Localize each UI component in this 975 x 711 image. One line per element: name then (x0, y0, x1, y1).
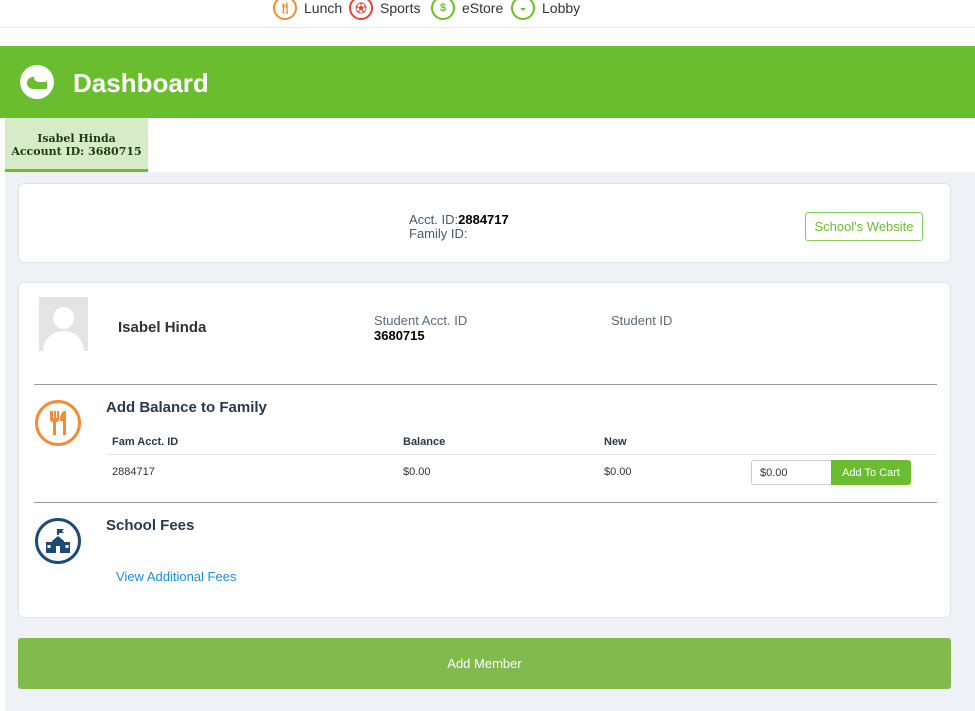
tab-isabel-hinda[interactable]: Isabel Hinda Account ID: 3680715 (5, 118, 148, 172)
add-to-cart-button[interactable]: Add To Cart (831, 460, 911, 485)
family-id-label: Family ID: (409, 226, 468, 241)
nav-lobby[interactable]: ◒ Lobby (511, 0, 580, 20)
col-fam-acct-id: Fam Acct. ID (112, 436, 179, 448)
acct-id-value: 2884717 (458, 212, 509, 227)
nav-sports[interactable]: ⚽︎ Sports (349, 0, 420, 20)
divider (34, 502, 937, 503)
amount-input[interactable] (751, 460, 832, 485)
student-name: Isabel Hinda (118, 319, 207, 336)
school-website-button[interactable]: School's Website (805, 212, 923, 241)
main-content: Acct. ID:2884717 Family ID: School's Web… (5, 172, 975, 711)
fees-section-title: School Fees (106, 517, 195, 534)
col-balance: Balance (403, 436, 446, 448)
add-member-button[interactable]: Add Member (18, 638, 951, 689)
member-tabs: Isabel Hinda Account ID: 3680715 (0, 118, 975, 172)
nav-lobby-label: Lobby (542, 0, 581, 16)
account-info: Acct. ID:2884717 Family ID: (409, 213, 509, 241)
balance-value: $0.00 (403, 466, 431, 478)
nav-lunch-label: Lunch (304, 0, 343, 16)
tab-account-id: Account ID: 3680715 (11, 145, 142, 158)
top-nav: 🍴︎ Lunch ⚽︎ Sports $ eStore ◒ Lobby (0, 0, 975, 28)
col-new: New (604, 436, 627, 448)
app-logo-icon (20, 65, 54, 99)
school-building-icon (35, 518, 81, 564)
divider (34, 384, 937, 385)
nav-lunch[interactable]: 🍴︎ Lunch (273, 0, 342, 20)
tab-member-name: Isabel Hinda (37, 132, 116, 145)
student-id-label: Student ID (611, 313, 673, 328)
fam-acct-id-value: 2884717 (112, 466, 155, 478)
avatar (39, 297, 88, 351)
dollar-bill-icon: $ (431, 0, 455, 20)
lobby-logo-icon: ◒ (511, 0, 535, 20)
account-card: Acct. ID:2884717 Family ID: School's Web… (18, 183, 951, 263)
student-card: Isabel Hinda Student Acct. ID 3680715 St… (18, 282, 951, 618)
fork-knife-icon (35, 400, 81, 446)
student-acct-id-label: Student Acct. ID (374, 313, 468, 328)
nav-estore[interactable]: $ eStore (431, 0, 503, 20)
nav-sports-label: Sports (380, 0, 421, 16)
new-value: $0.00 (604, 466, 632, 478)
balance-section-title: Add Balance to Family (106, 399, 267, 416)
dashboard-header: Dashboard (0, 46, 975, 118)
view-additional-fees-link[interactable]: View Additional Fees (116, 569, 236, 584)
fork-knife-icon: 🍴︎ (273, 0, 297, 20)
student-acct-id-value: 3680715 (374, 328, 425, 343)
acct-id-label: Acct. ID: (409, 212, 459, 227)
table-row-divider (106, 454, 937, 455)
soccer-ball-icon: ⚽︎ (349, 0, 373, 20)
page-title: Dashboard (73, 68, 209, 98)
nav-estore-label: eStore (462, 0, 504, 16)
